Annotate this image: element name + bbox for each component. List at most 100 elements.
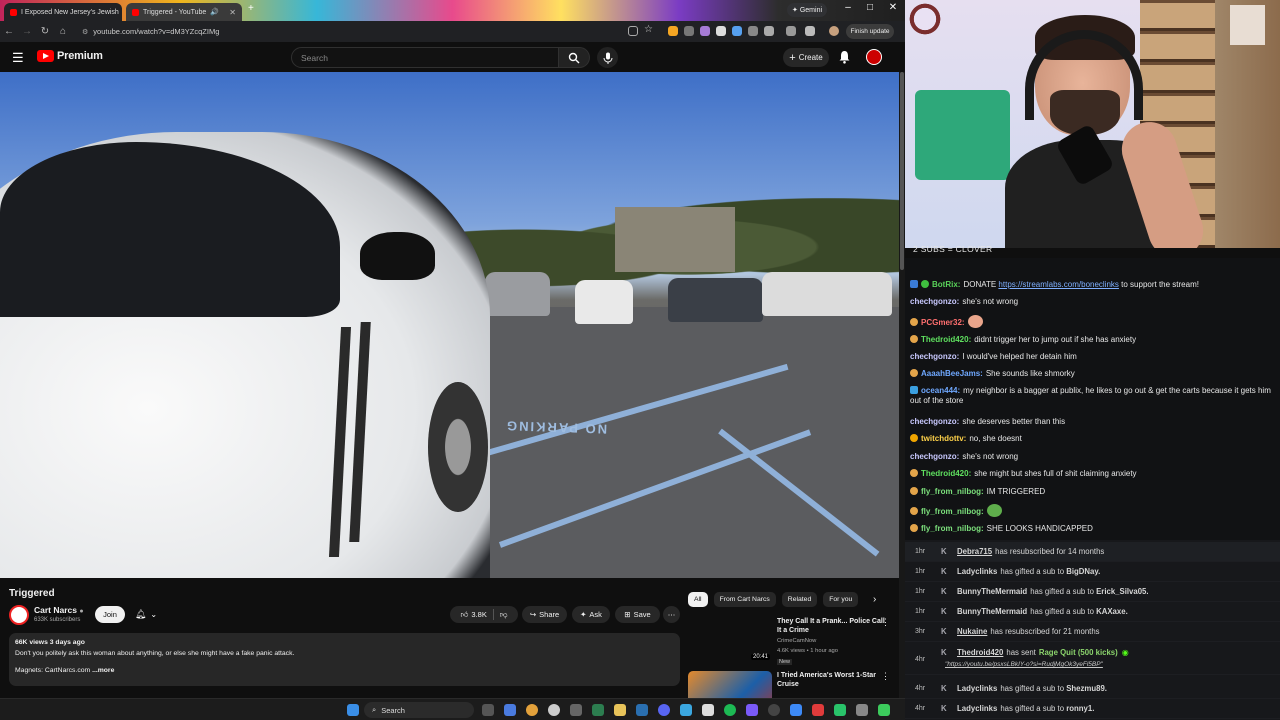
home-icon[interactable]: ⌂ <box>54 26 72 37</box>
chip-related[interactable]: Related <box>781 592 818 607</box>
chat-username[interactable]: twitchdottv: <box>921 434 966 443</box>
like-button[interactable]: 👍︎ 3.8K <box>461 610 487 620</box>
chat-username[interactable]: AaaahBeeJams: <box>921 369 983 378</box>
event-username[interactable]: Debra715 <box>957 547 992 556</box>
minimize-icon[interactable]: – <box>838 2 858 13</box>
spotify-icon[interactable] <box>724 704 736 716</box>
app-icon[interactable] <box>746 704 758 716</box>
site-info-icon[interactable]: ⚙ <box>82 28 88 36</box>
save-button[interactable]: ⊞ Save <box>615 606 660 623</box>
menu-icon[interactable]: ☰ <box>12 50 24 66</box>
create-button[interactable]: + Create <box>783 48 829 67</box>
tab-jewish-video[interactable]: I Exposed New Jersey's Jewish ✕ <box>4 3 122 21</box>
event-username[interactable]: Ladyclinks <box>957 704 997 713</box>
related-video-item[interactable]: I Tried America's Worst 1-Star Cruise ⋮ <box>688 671 900 698</box>
chat-link[interactable]: https://streamlabs.com/boneclinks <box>998 280 1119 289</box>
event-username[interactable]: Ladyclinks <box>957 684 997 693</box>
taskbar-search[interactable]: ⌕ Search <box>364 702 474 718</box>
back-icon[interactable]: ← <box>0 26 18 37</box>
more-vertical-icon[interactable]: ⋮ <box>881 617 890 628</box>
obs-icon[interactable] <box>768 704 780 716</box>
chip-from-cart-narcs[interactable]: From Cart Narcs <box>713 592 776 607</box>
chat-username[interactable]: fly_from_nilbog: <box>921 487 984 496</box>
event-username[interactable]: BunnyTheMermaid <box>957 587 1027 596</box>
chat-username[interactable]: BotRix: <box>932 280 960 289</box>
extension-icon[interactable] <box>684 26 694 36</box>
channel-avatar[interactable] <box>9 605 29 625</box>
channel-name[interactable]: Cart Narcs ● <box>34 605 84 615</box>
join-button[interactable]: Join <box>95 606 125 623</box>
bookmark-star-icon[interactable]: ☆ <box>644 24 653 35</box>
chat-username[interactable]: Thedroid420: <box>921 335 971 344</box>
chip-for-you[interactable]: For you <box>823 592 859 607</box>
extension-icon[interactable] <box>748 26 758 36</box>
chat-username[interactable]: chechgonzo: <box>910 452 959 461</box>
event-username[interactable]: Ladyclinks <box>957 567 997 576</box>
video-description[interactable]: 66K views 3 days ago Don't you politely … <box>9 633 680 686</box>
app-icon[interactable] <box>834 704 846 716</box>
close-window-icon[interactable]: ✕ <box>883 2 903 13</box>
app-icon[interactable] <box>812 704 824 716</box>
app-icon[interactable] <box>592 704 604 716</box>
discord-icon[interactable] <box>658 704 670 716</box>
speaker-icon[interactable]: 🔊 <box>210 8 219 16</box>
finish-update-button[interactable]: Finish update <box>846 24 894 39</box>
chat-username[interactable]: Thedroid420: <box>921 469 971 478</box>
app-icon[interactable] <box>504 704 516 716</box>
search-input[interactable]: Search <box>291 47 559 68</box>
chat-username[interactable]: chechgonzo: <box>910 417 959 426</box>
related-video-item[interactable]: 20:41 They Call It a Prank... Police Cal… <box>688 617 900 665</box>
file-explorer-icon[interactable] <box>614 704 626 716</box>
app-icon[interactable] <box>790 704 802 716</box>
url-field[interactable]: ⚙ youtube.com/watch?v=dM3YZcqZIMg <box>82 24 622 39</box>
chat-username[interactable]: fly_from_nilbog: <box>921 524 984 533</box>
ask-button[interactable]: ✦ Ask <box>572 606 610 623</box>
search-button[interactable] <box>559 47 590 68</box>
app-icon[interactable] <box>878 704 890 716</box>
subscription-notifications-button[interactable]: 🔔︎ ⌄ <box>130 606 162 623</box>
app-icon[interactable] <box>570 704 582 716</box>
app-icon[interactable] <box>548 704 560 716</box>
app-icon[interactable] <box>702 704 714 716</box>
cast-icon[interactable] <box>628 26 638 36</box>
task-view-icon[interactable] <box>482 704 494 716</box>
chip-all[interactable]: All <box>688 592 708 607</box>
voice-search-button[interactable] <box>597 47 618 68</box>
chevron-right-icon[interactable]: › <box>873 594 876 605</box>
steam-icon[interactable] <box>636 704 648 716</box>
event-username[interactable]: Thedroid420 <box>957 648 1003 657</box>
chat-username[interactable]: PCGmer32: <box>921 318 965 327</box>
youtube-premium-logo[interactable]: Premium <box>37 50 103 62</box>
extension-icon[interactable] <box>700 26 710 36</box>
chat-username[interactable]: ocean444: <box>921 386 960 395</box>
scrollbar-thumb[interactable] <box>900 72 904 270</box>
forward-icon[interactable]: → <box>18 26 36 37</box>
notifications-bell-icon[interactable] <box>838 50 851 64</box>
app-icon[interactable] <box>680 704 692 716</box>
event-username[interactable]: Nukaine <box>957 627 987 636</box>
download-icon[interactable] <box>805 26 815 36</box>
extension-icon[interactable] <box>668 26 678 36</box>
sidepanel-icon[interactable] <box>786 26 796 36</box>
app-icon[interactable] <box>856 704 868 716</box>
dislike-button[interactable]: 👎︎ <box>500 610 508 620</box>
new-tab-icon[interactable]: + <box>248 3 254 14</box>
chat-username[interactable]: chechgonzo: <box>910 352 959 361</box>
chat-username[interactable]: chechgonzo: <box>910 297 959 306</box>
reload-icon[interactable]: ↻ <box>36 26 54 37</box>
extension-icon[interactable] <box>732 26 742 36</box>
share-button[interactable]: ↪ Share <box>522 606 567 623</box>
show-more-link[interactable]: ...more <box>92 667 114 674</box>
event-username[interactable]: BunnyTheMermaid <box>957 607 1027 616</box>
extension-icon[interactable] <box>716 26 726 36</box>
windows-start-icon[interactable] <box>347 704 359 716</box>
chrome-icon[interactable] <box>526 704 538 716</box>
maximize-icon[interactable]: □ <box>860 2 880 13</box>
event-link[interactable]: "https://youtu.be/psxsLBkIY-o?si=RudjMgO… <box>945 661 1103 668</box>
chat-username[interactable]: fly_from_nilbog: <box>921 507 984 516</box>
video-player[interactable]: NO PARKING <box>0 72 899 578</box>
gemini-button[interactable]: ✦ Gemini <box>787 3 827 17</box>
profile-avatar-icon[interactable] <box>829 26 839 36</box>
extensions-puzzle-icon[interactable] <box>764 26 774 36</box>
account-avatar[interactable] <box>866 49 882 65</box>
